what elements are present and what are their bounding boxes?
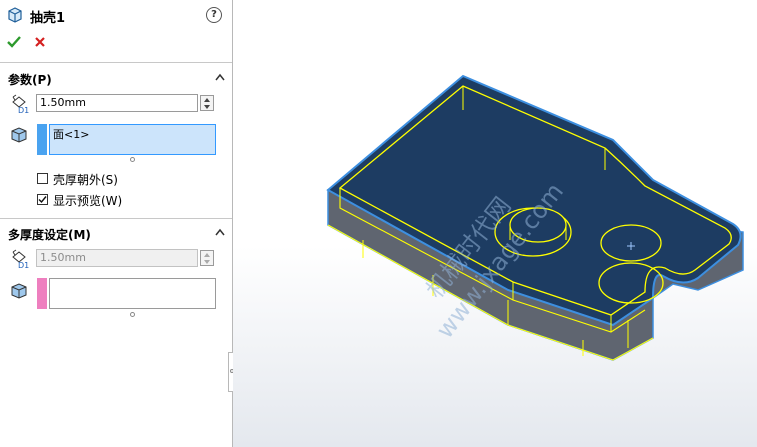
separator	[0, 62, 232, 63]
shell-outward-label: 壳厚朝外(S)	[53, 173, 118, 187]
separator	[0, 218, 232, 219]
svg-text:D1: D1	[18, 261, 29, 269]
multi-thickness-d1-icon: D1	[12, 249, 29, 269]
shell-part-model[interactable]: 机械时代网 www.jxage.com	[233, 0, 757, 447]
cancel-x-icon[interactable]	[33, 35, 47, 49]
shell-feature-icon	[8, 7, 22, 23]
multi-faces-color-swatch	[37, 278, 47, 309]
multi-thickness-input: 1.50mm	[36, 249, 198, 267]
property-manager-panel: 抽壳1 ? 参数(P) D1 1.50mm 面<1> 壳厚朝外(S) 显示预览(…	[0, 0, 235, 447]
show-preview-checkbox[interactable]	[37, 194, 48, 205]
collapse-chevron-icon[interactable]	[215, 73, 225, 81]
face-list-item[interactable]: 面<1>	[50, 125, 215, 143]
feature-title: 抽壳1	[30, 11, 66, 26]
help-icon[interactable]: ?	[206, 7, 222, 23]
graphics-viewport[interactable]: 机械时代网 www.jxage.com	[233, 0, 757, 447]
ok-check-icon[interactable]	[6, 34, 22, 50]
params-group-header[interactable]: 参数(P)	[8, 71, 52, 88]
collapse-chevron-icon[interactable]	[215, 228, 225, 236]
face-cube-icon	[11, 127, 27, 143]
resize-handle[interactable]	[130, 157, 135, 162]
svg-text:D1: D1	[18, 106, 29, 114]
resize-handle[interactable]	[130, 312, 135, 317]
faces-selection-list[interactable]: 面<1>	[49, 124, 216, 155]
multi-thickness-spinner	[200, 250, 214, 266]
shell-outward-checkbox[interactable]	[37, 173, 48, 184]
faces-color-swatch	[37, 124, 47, 155]
thickness-d1-icon: D1	[12, 94, 29, 114]
multi-thickness-group-header[interactable]: 多厚度设定(M)	[8, 226, 91, 243]
show-preview-label: 显示预览(W)	[53, 194, 123, 208]
checkmark-icon	[38, 196, 47, 204]
multi-face-cube-icon	[11, 283, 27, 299]
thickness-input[interactable]: 1.50mm	[36, 94, 198, 112]
thickness-spinner[interactable]	[200, 95, 214, 111]
multi-faces-selection-list[interactable]	[49, 278, 216, 309]
